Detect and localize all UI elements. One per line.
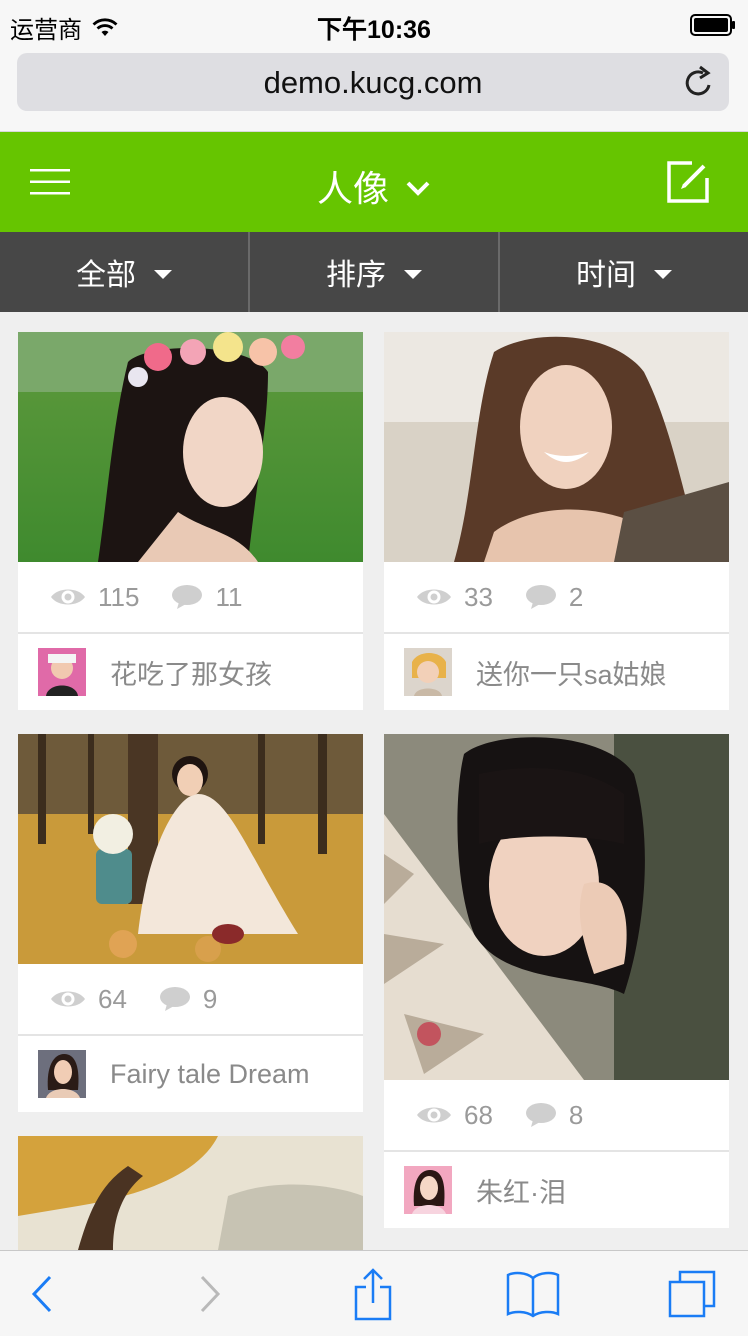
avatar[interactable] [38,1050,86,1098]
post-stats: 33 2 [384,562,729,634]
post-author[interactable]: 花吃了那女孩 [18,634,363,710]
view-count-value: 33 [464,581,493,612]
reload-icon[interactable] [683,65,715,99]
filter-sort[interactable]: 排序 [250,232,500,312]
url-text[interactable]: demo.kucg.com [17,65,729,101]
avatar[interactable] [404,648,452,696]
filter-label[interactable]: 全部 [76,250,136,294]
share-button[interactable] [345,1251,401,1336]
comment-count: 9 [159,984,217,1015]
comment-count-value: 9 [202,983,218,1014]
comment-count-value: 8 [568,1099,584,1130]
browser-toolbar [0,1250,748,1336]
eye-icon [417,589,451,605]
eye-icon [51,589,85,605]
post-card[interactable]: 33 2 送你一只sa姑娘 [384,332,729,710]
author-name[interactable]: 朱红·泪 [476,1171,566,1210]
post-photo[interactable] [384,332,729,562]
avatar[interactable] [404,1166,452,1214]
post-card[interactable] [18,1136,363,1250]
post-stats: 68 8 [384,1080,729,1152]
forward-button[interactable] [188,1251,232,1336]
address-bar[interactable]: demo.kucg.com [17,53,729,111]
comment-bubble-icon [525,585,556,609]
filter-bar: 全部 排序 时间 [0,232,748,312]
view-count: 68 [416,1100,493,1131]
comment-count-value: 11 [215,581,243,612]
view-count-value: 115 [98,581,140,612]
comment-count: 11 [171,582,242,613]
filter-all[interactable]: 全部 [0,232,250,312]
view-count-value: 64 [98,983,127,1014]
comment-count: 2 [525,582,583,613]
view-count: 115 [50,582,139,613]
chevron-down-icon[interactable] [405,179,431,197]
chevron-left-icon[interactable] [30,1274,54,1314]
tabs-icon[interactable] [666,1268,718,1320]
post-photo[interactable] [18,734,363,964]
filter-label[interactable]: 时间 [576,250,636,294]
app-header: 人像 [0,132,748,232]
post-card[interactable]: 68 8 朱红·泪 [384,734,729,1228]
share-icon[interactable] [353,1267,393,1321]
post-photo[interactable] [384,734,729,1080]
chevron-right-icon[interactable] [198,1274,222,1314]
filter-label[interactable]: 排序 [326,250,386,294]
comment-bubble-icon [159,987,190,1011]
bookmarks-button[interactable] [503,1251,563,1336]
comment-count: 8 [525,1100,583,1131]
browser-chrome: demo.kucg.com [0,50,748,132]
status-bar: 运营商 下午10:36 [0,0,748,50]
post-author[interactable]: 朱红·泪 [384,1152,729,1228]
author-name[interactable]: 花吃了那女孩 [110,653,272,692]
bookmarks-icon[interactable] [506,1270,560,1318]
caret-down-icon [404,269,422,279]
battery-icon [690,14,735,36]
post-stats: 115 11 [18,562,363,634]
view-count: 64 [50,984,127,1015]
post-card[interactable]: 64 9 Fairy tale Dream [18,734,363,1112]
avatar[interactable] [38,648,86,696]
post-stats: 64 9 [18,964,363,1036]
post-author[interactable]: Fairy tale Dream [18,1036,363,1112]
author-name[interactable]: Fairy tale Dream [110,1059,310,1090]
caret-down-icon [654,269,672,279]
post-author[interactable]: 送你一只sa姑娘 [384,634,729,710]
filter-time[interactable]: 时间 [500,232,748,312]
edit-icon[interactable] [666,160,710,204]
eye-icon [51,991,85,1007]
comment-bubble-icon [525,1103,556,1127]
back-button[interactable] [20,1251,64,1336]
eye-icon [417,1107,451,1123]
page-title[interactable]: 人像 [317,160,389,212]
category-selector[interactable]: 人像 [0,160,748,212]
author-name[interactable]: 送你一只sa姑娘 [476,653,667,692]
caret-down-icon [154,269,172,279]
comment-bubble-icon [172,585,203,609]
view-count: 33 [416,582,493,613]
clock: 下午10:36 [317,16,431,44]
view-count-value: 68 [464,1099,493,1130]
post-photo[interactable] [18,332,363,562]
post-card[interactable]: 115 11 花吃了那女孩 [18,332,363,710]
comment-count-value: 2 [568,581,584,612]
tabs-button[interactable] [662,1251,722,1336]
post-photo[interactable] [18,1136,363,1250]
